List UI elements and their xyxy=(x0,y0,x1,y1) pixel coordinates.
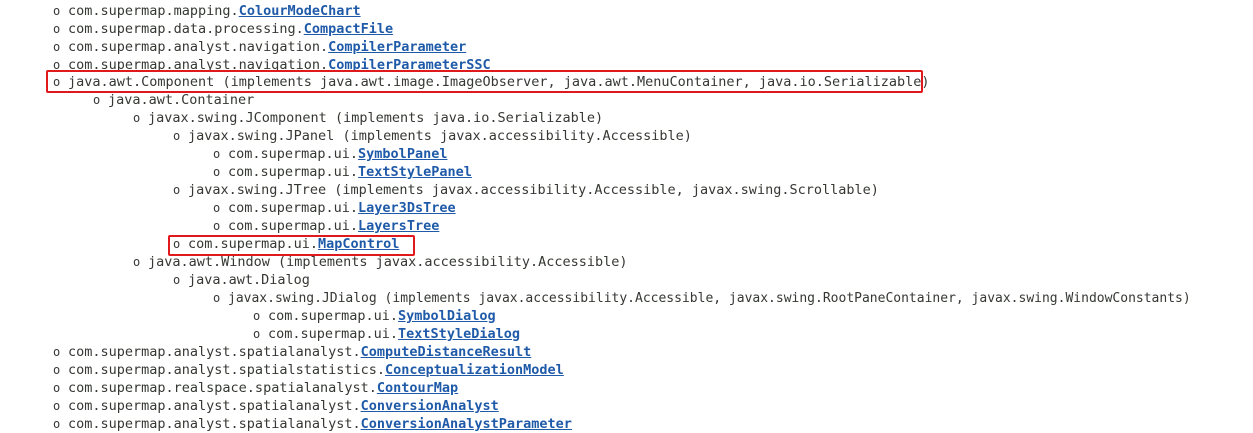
bullet-icon: o xyxy=(53,4,61,18)
package-name: com.supermap.ui. xyxy=(268,326,399,342)
class-link-conversionanalyst[interactable]: ConversionAnalyst xyxy=(361,398,499,414)
implements-text: (implements javax.accessibility.Accessib… xyxy=(334,128,692,144)
tree-item: o com.supermap.ui.SymbolPanel xyxy=(213,145,447,163)
tree-item: o com.supermap.realspace.spatialanalyst.C… xyxy=(53,379,458,397)
bullet-icon: o xyxy=(213,147,221,161)
package-name: javax.swing.JTree xyxy=(188,182,327,198)
class-link-conceptualizationmodel[interactable]: ConceptualizationModel xyxy=(385,362,564,378)
package-name: com.supermap.ui. xyxy=(228,218,359,234)
tree-item: o com.supermap.analyst.navigation.Compile… xyxy=(53,38,466,56)
tree-item: o com.supermap.ui.SymbolDialog xyxy=(253,307,496,325)
package-name: com.supermap.analyst.spatialanalyst. xyxy=(68,344,361,360)
tree-item: o com.supermap.ui.LayersTree xyxy=(213,217,439,235)
bullet-icon: o xyxy=(53,345,61,359)
bullet-icon: o xyxy=(213,201,221,215)
bullet-icon: o xyxy=(93,93,101,107)
tree-item: o javax.swing.JComponent (implements java… xyxy=(133,109,603,127)
class-link-symboldialog[interactable]: SymbolDialog xyxy=(398,308,496,324)
package-name: com.supermap.ui. xyxy=(228,164,359,180)
tree-item: o javax.swing.JDialog (implements javax.a… xyxy=(213,289,1191,307)
bullet-icon: o xyxy=(173,273,181,287)
implements-text: (implements javax.accessibility.Accessib… xyxy=(326,182,879,198)
tree-item: o javax.swing.JPanel (implements javax.ac… xyxy=(173,127,692,145)
package-name: javax.swing.JDialog xyxy=(228,291,377,306)
tree-item: o com.supermap.analyst.spatialanalyst.Con… xyxy=(53,415,572,433)
bullet-icon: o xyxy=(173,129,181,143)
tree-item: o com.supermap.analyst.spatialstatistics.… xyxy=(53,361,564,379)
class-link-colourmodechart[interactable]: ColourModeChart xyxy=(239,3,361,19)
highlight-box-mapcontrol xyxy=(168,235,415,256)
class-link-symbolpanel[interactable]: SymbolPanel xyxy=(358,146,447,162)
class-link-compilerparameter[interactable]: CompilerParameter xyxy=(328,39,466,55)
bullet-icon: o xyxy=(253,327,261,341)
class-link-textstyledialog[interactable]: TextStyleDialog xyxy=(398,326,520,342)
highlight-box-component xyxy=(46,70,923,93)
bullet-icon: o xyxy=(133,255,141,269)
class-link-conversionanalystparameter[interactable]: ConversionAnalystParameter xyxy=(361,416,572,432)
package-name: javax.swing.JPanel xyxy=(188,128,335,144)
tree-item: o com.supermap.analyst.spatialanalyst.Com… xyxy=(53,343,531,361)
bullet-icon: o xyxy=(213,165,221,179)
package-name: com.supermap.analyst.spatialstatistics. xyxy=(68,362,385,378)
tree-item: o com.supermap.mapping.ColourModeChart xyxy=(53,2,361,20)
bullet-icon: o xyxy=(173,183,181,197)
bullet-icon: o xyxy=(213,291,221,305)
implements-text: (implements java.io.Serializable) xyxy=(326,110,604,126)
package-name: com.supermap.data.processing. xyxy=(68,21,304,37)
package-name: com.supermap.realspace.spatialanalyst. xyxy=(68,380,377,396)
tree-item: o com.supermap.ui.TextStyleDialog xyxy=(253,325,520,343)
package-name: com.supermap.analyst.navigation. xyxy=(68,39,329,55)
tree-item: o com.supermap.ui.TextStylePanel xyxy=(213,163,472,181)
package-name: com.supermap.ui. xyxy=(228,200,359,216)
tree-item: o javax.swing.JTree (implements javax.acc… xyxy=(173,181,879,199)
package-name: com.supermap.ui. xyxy=(268,308,399,324)
package-name: com.supermap.mapping. xyxy=(68,3,239,19)
bullet-icon: o xyxy=(53,399,61,413)
package-name: com.supermap.analyst.spatialanalyst. xyxy=(68,398,361,414)
package-name: java.awt.Container xyxy=(108,92,255,108)
bullet-icon: o xyxy=(213,219,221,233)
package-name: java.awt.Window xyxy=(148,254,270,270)
class-link-textstylepanel[interactable]: TextStylePanel xyxy=(358,164,472,180)
package-name: javax.swing.JComponent xyxy=(148,110,327,126)
package-name: com.supermap.ui. xyxy=(228,146,359,162)
class-link-computedistanceresult[interactable]: ComputeDistanceResult xyxy=(361,344,532,360)
class-link-contourmap[interactable]: ContourMap xyxy=(377,380,458,396)
bullet-icon: o xyxy=(53,22,61,36)
tree-item: o com.supermap.ui.Layer3DsTree xyxy=(213,199,456,217)
class-link-compactfile[interactable]: CompactFile xyxy=(304,21,393,37)
tree-item: o java.awt.Dialog xyxy=(173,271,310,289)
bullet-icon: o xyxy=(133,111,141,125)
bullet-icon: o xyxy=(253,309,261,323)
tree-item: o com.supermap.data.processing.CompactFil… xyxy=(53,20,393,38)
class-hierarchy-tree: o com.supermap.mapping.ColourModeChart oc… xyxy=(0,0,1253,432)
implements-text: (implements javax.accessibility.Accessib… xyxy=(376,291,1191,306)
bullet-icon: o xyxy=(53,363,61,377)
tree-item: o java.awt.Container xyxy=(93,91,254,109)
bullet-icon: o xyxy=(53,417,61,431)
page: { "rows": [ {"bullet": "o", "pkg": "com.… xyxy=(0,0,1253,432)
package-name: com.supermap.analyst.spatialanalyst. xyxy=(68,416,361,432)
package-name: java.awt.Dialog xyxy=(188,272,310,288)
bullet-icon: o xyxy=(53,381,61,395)
bullet-icon: o xyxy=(53,40,61,54)
class-link-layerstree[interactable]: LayersTree xyxy=(358,218,439,234)
class-link-layer3dstree[interactable]: Layer3DsTree xyxy=(358,200,456,216)
implements-text: (implements javax.accessibility.Accessib… xyxy=(269,254,628,270)
tree-item: o com.supermap.analyst.spatialanalyst.Con… xyxy=(53,397,499,415)
